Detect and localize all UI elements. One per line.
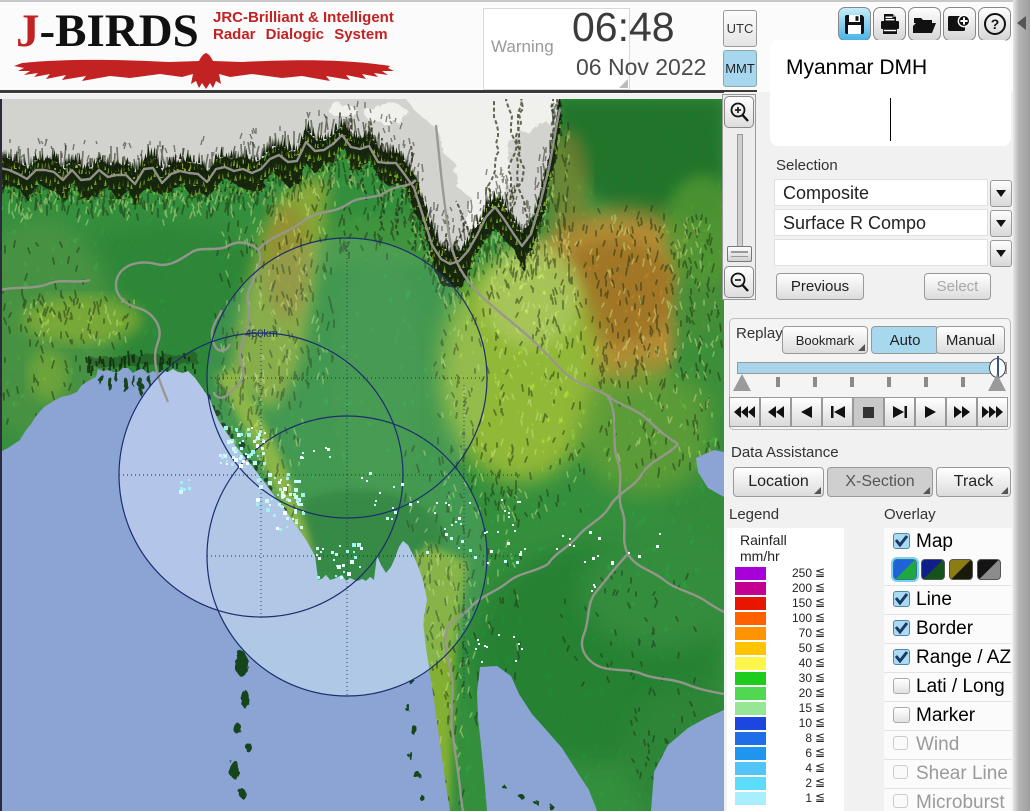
svg-text:?: ? — [990, 16, 999, 32]
svg-text:450km: 450km — [245, 328, 278, 340]
